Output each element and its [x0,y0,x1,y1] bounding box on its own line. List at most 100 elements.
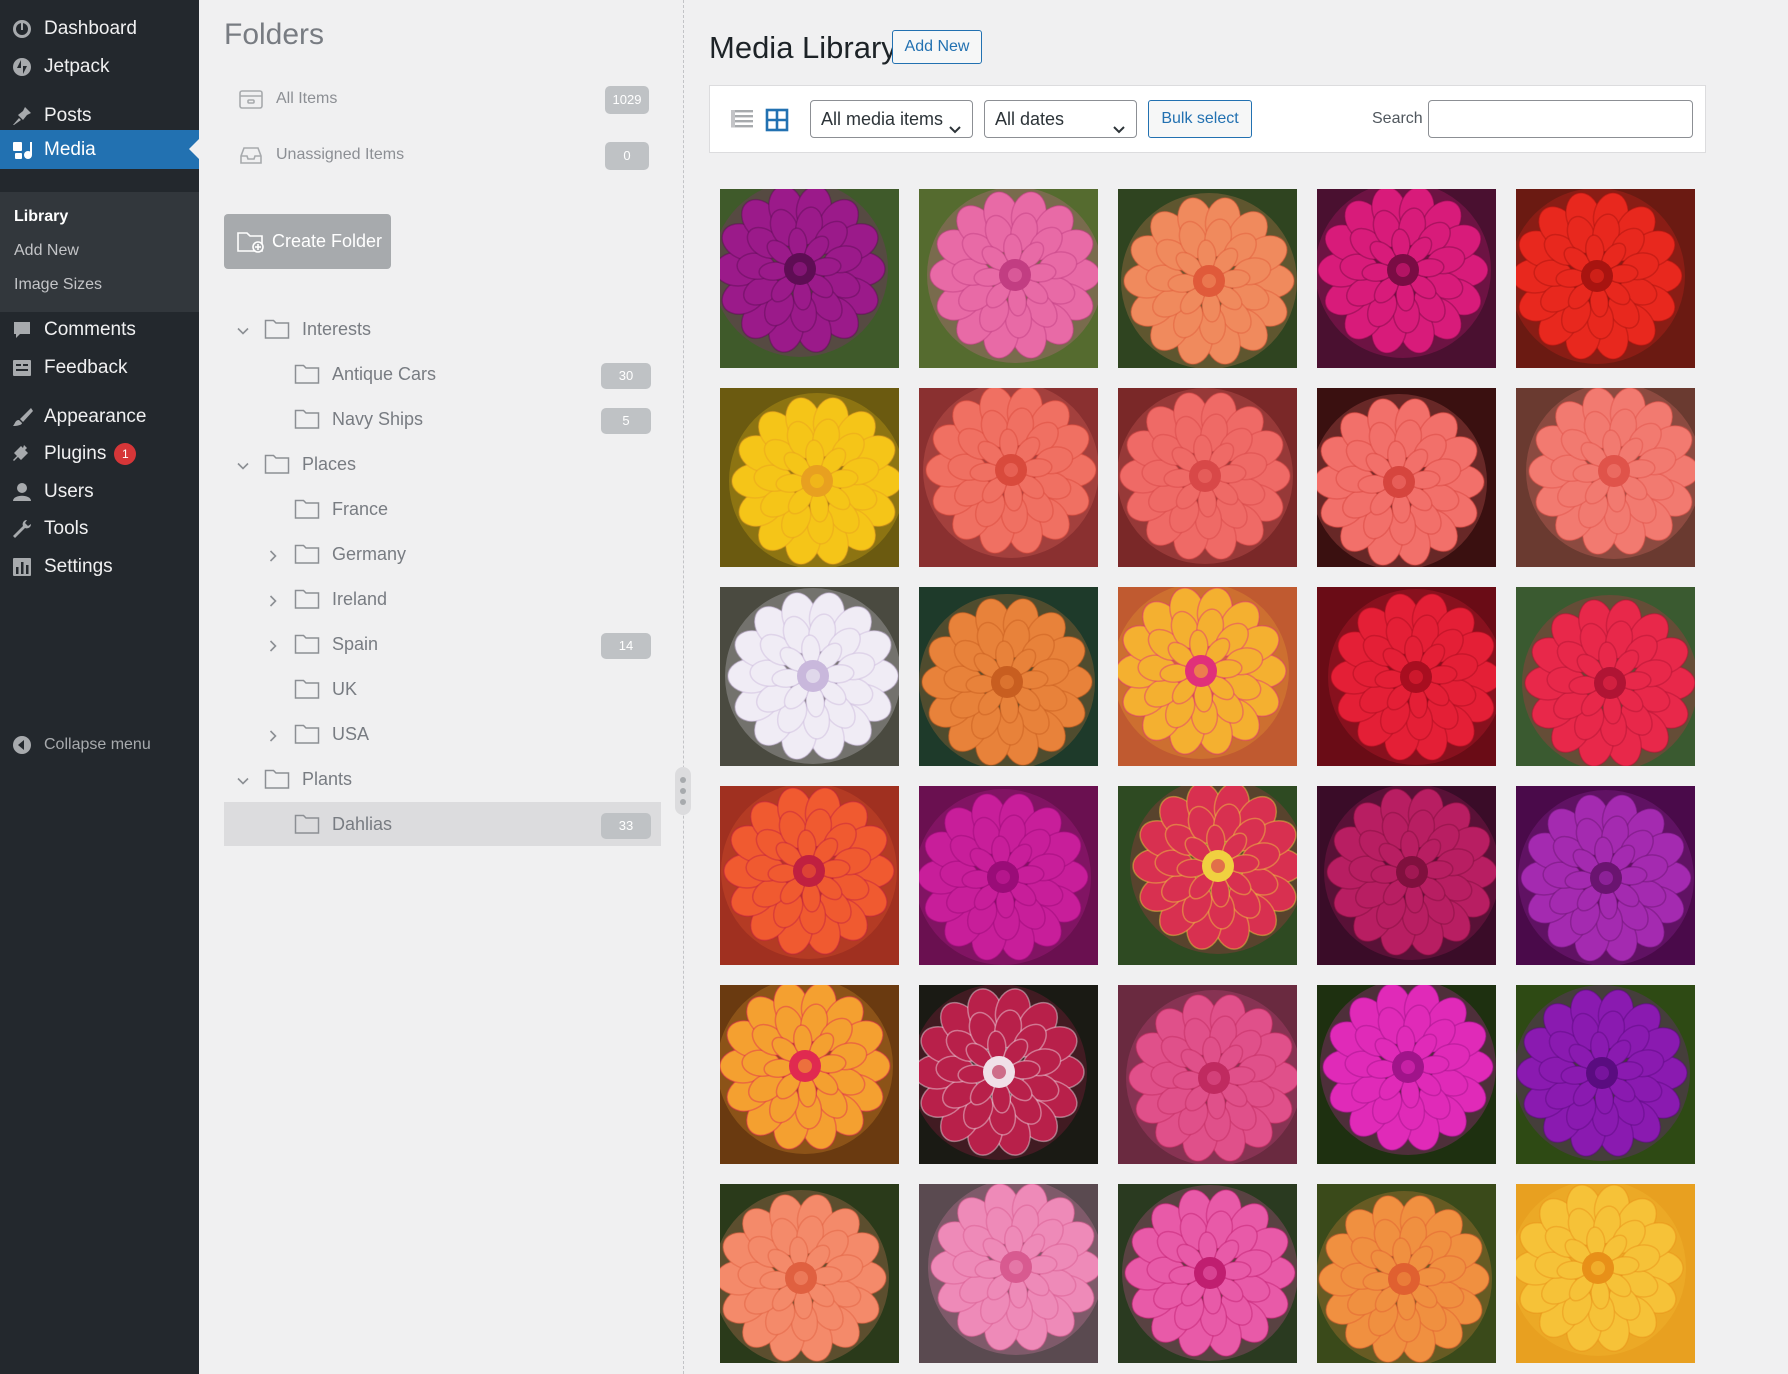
all-items-count: 1029 [605,86,649,114]
grid-view-icon[interactable] [765,108,789,132]
media-thumbnail[interactable] [1317,786,1496,965]
folder-label: Ireland [332,588,388,609]
media-thumbnail[interactable] [919,1184,1098,1363]
folder-label: Plants [302,768,353,789]
menu-item-label: Feedback [44,357,128,378]
current-menu-arrow [189,139,199,159]
submenu-item-add-new[interactable]: Add New [14,242,79,260]
chevron-right-icon[interactable] [266,592,280,607]
chevron-right-icon[interactable] [266,727,280,742]
date-filter[interactable]: All dates [984,100,1137,138]
menu-item-tools[interactable]: Tools [0,510,199,548]
menu-item-label: Dashboard [44,18,137,39]
menu-item-users[interactable]: Users [0,473,199,511]
add-new-button[interactable]: Add New [892,30,982,64]
folder-france[interactable]: France [224,487,661,531]
folder-spain[interactable]: Spain 14 [224,622,661,666]
unassigned-items-count: 0 [605,142,649,170]
media-thumbnail[interactable] [720,985,899,1164]
media-thumbnail[interactable] [919,587,1098,766]
media-thumbnail[interactable] [919,786,1098,965]
media-thumbnail[interactable] [919,388,1098,567]
folder-label: Interests [302,318,372,339]
folder-interests[interactable]: Interests [224,307,661,351]
media-thumbnail[interactable] [1516,985,1695,1164]
folder-icon [294,633,320,655]
media-thumbnail[interactable] [1317,189,1496,368]
user-icon [11,481,33,503]
folder-label: Spain [332,633,379,654]
chevron-right-icon[interactable] [266,547,280,562]
folder-places[interactable]: Places [224,442,661,486]
folder-label: Antique Cars [332,363,437,384]
media-type-filter[interactable]: All media items [810,100,973,138]
submenu-item-image-sizes[interactable]: Image Sizes [14,276,102,294]
media-thumbnail[interactable] [1118,985,1297,1164]
collapse-menu-label: Collapse menu [44,736,151,753]
folder-antique-cars[interactable]: Antique Cars 30 [224,352,661,396]
menu-item-comments[interactable]: Comments [0,311,199,349]
chevron-down-icon[interactable] [236,772,250,786]
menu-item-label: Tools [44,518,89,539]
folder-plants[interactable]: Plants [224,757,661,801]
all-items-row[interactable]: All Items 1029 [224,79,649,119]
search-label: Search [1372,110,1423,127]
create-folder-button[interactable]: Create Folder [224,214,391,269]
menu-item-plugins[interactable]: Plugins 1 [0,435,199,473]
media-thumbnail[interactable] [1516,388,1695,567]
media-thumbnail[interactable] [720,1184,899,1363]
unassigned-items-row[interactable]: Unassigned Items 0 [224,135,649,175]
media-thumbnail[interactable] [1516,1184,1695,1363]
chevron-down-icon [948,113,962,134]
menu-item-settings[interactable]: Settings [0,548,199,586]
chevron-down-icon[interactable] [236,457,250,471]
folder-uk[interactable]: UK [224,667,661,711]
menu-item-appearance[interactable]: Appearance [0,398,199,436]
collapse-menu-button[interactable]: Collapse menu [0,726,199,764]
media-thumbnail[interactable] [1118,587,1297,766]
folder-navy-ships[interactable]: Navy Ships 5 [224,397,661,441]
folder-count: 14 [601,633,651,659]
folder-label: Dahlias [332,813,393,834]
media-thumbnail[interactable] [1118,1184,1297,1363]
chevron-right-icon[interactable] [266,637,280,652]
media-thumbnail[interactable] [919,985,1098,1164]
menu-item-feedback[interactable]: Feedback [0,349,199,387]
media-thumbnail[interactable] [1317,388,1496,567]
chevron-down-icon[interactable] [236,322,250,336]
media-thumbnail[interactable] [1516,189,1695,368]
media-thumbnail[interactable] [720,587,899,766]
submenu-item-library[interactable]: Library [14,208,68,226]
list-view-icon[interactable] [730,108,754,132]
media-thumbnail[interactable] [1317,1184,1496,1363]
menu-item-dashboard[interactable]: Dashboard [0,10,199,48]
inbox-icon [238,142,264,168]
menu-item-label: Users [44,481,94,502]
media-thumbnail[interactable] [1317,587,1496,766]
search-input[interactable] [1428,100,1693,138]
folder-icon [294,588,320,610]
media-thumbnail[interactable] [1516,786,1695,965]
menu-item-jetpack[interactable]: Jetpack [0,48,199,86]
folder-dahlias[interactable]: Dahlias 33 [224,802,661,846]
menu-item-media[interactable]: Media [0,130,199,169]
media-thumbnail[interactable] [720,786,899,965]
media-thumbnail[interactable] [1118,786,1297,965]
media-thumbnail[interactable] [1118,388,1297,567]
bulk-select-button[interactable]: Bulk select [1148,100,1252,138]
menu-item-label: Posts [44,105,92,126]
panel-resize-handle[interactable] [675,767,691,815]
folder-usa[interactable]: USA [224,712,661,756]
media-thumbnail[interactable] [919,189,1098,368]
folder-icon [264,768,290,790]
media-thumbnail[interactable] [720,189,899,368]
folder-label: Places [302,453,357,474]
media-thumbnail[interactable] [1317,985,1496,1164]
media-thumbnail[interactable] [1118,189,1297,368]
brush-icon [11,406,33,428]
folder-ireland[interactable]: Ireland [224,577,661,621]
media-thumbnail[interactable] [1516,587,1695,766]
folder-germany[interactable]: Germany [224,532,661,576]
media-thumbnail[interactable] [720,388,899,567]
menu-item-label: Settings [44,556,113,577]
